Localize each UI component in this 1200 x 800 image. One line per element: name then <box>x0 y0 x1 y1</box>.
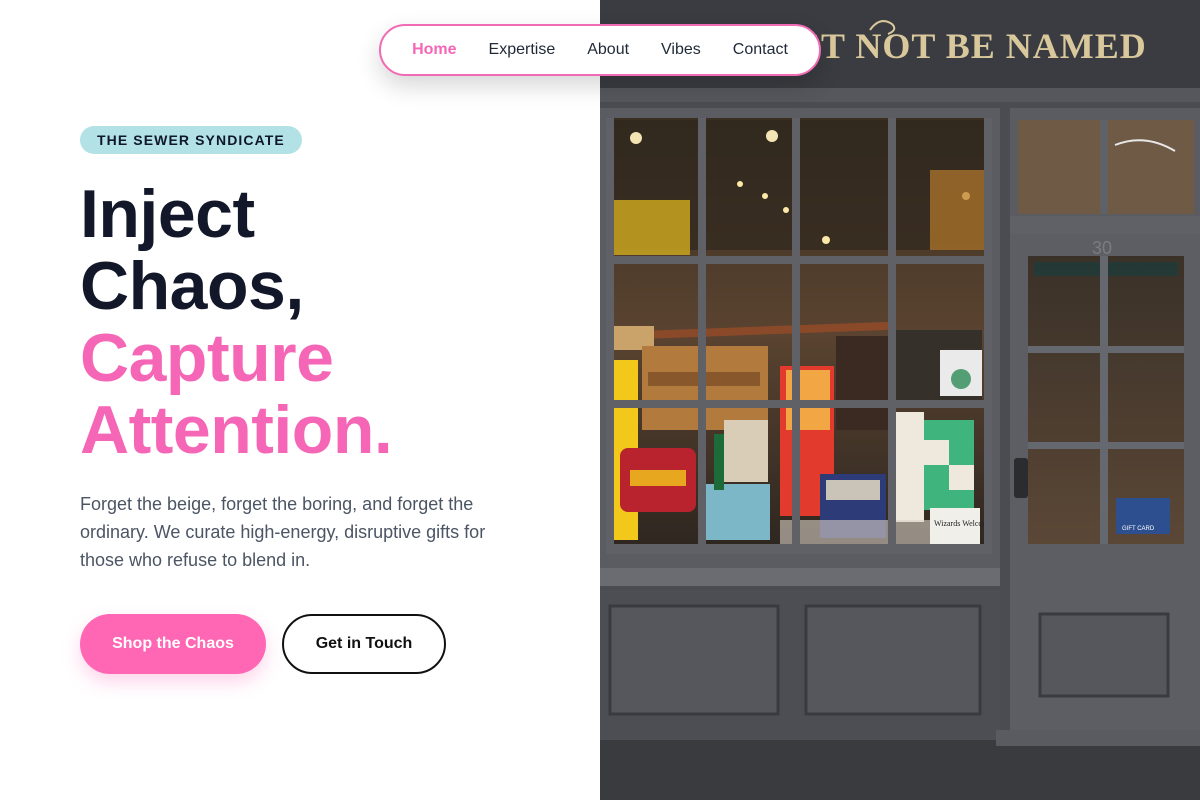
get-in-touch-button[interactable]: Get in Touch <box>282 614 446 674</box>
storefront-image: ST NOT BE NAMED Wizards Welcome 30 GIFT … <box>600 0 1200 800</box>
gift-card-sign: GIFT CARD <box>1122 526 1155 532</box>
hero-headline: Inject Chaos, Capture Attention. <box>80 178 580 466</box>
nav-link-expertise[interactable]: Expertise <box>489 41 556 59</box>
main-navigation: Home Expertise About Vibes Contact <box>379 24 821 76</box>
shop-the-chaos-button[interactable]: Shop the Chaos <box>80 614 266 674</box>
headline-line-1: Inject <box>80 176 255 252</box>
headline-line-3: Capture <box>80 320 334 396</box>
nav-link-home[interactable]: Home <box>412 41 456 59</box>
nav-link-contact[interactable]: Contact <box>733 41 788 59</box>
headline-line-2: Chaos, <box>80 248 304 324</box>
brand-badge: THE SEWER SYNDICATE <box>80 126 302 154</box>
shop-sign-text: ST NOT BE NAMED <box>800 26 1147 66</box>
door-number: 30 <box>1092 238 1112 258</box>
hero-description: Forget the beige, forget the boring, and… <box>80 494 486 570</box>
headline-line-4: Attention. <box>80 392 393 468</box>
nav-link-vibes[interactable]: Vibes <box>661 41 701 59</box>
hero-content: THE SEWER SYNDICATE Inject Chaos, Captur… <box>0 0 600 800</box>
wizards-welcome-sign: Wizards Welcome <box>934 519 993 528</box>
nav-link-about[interactable]: About <box>587 41 629 59</box>
